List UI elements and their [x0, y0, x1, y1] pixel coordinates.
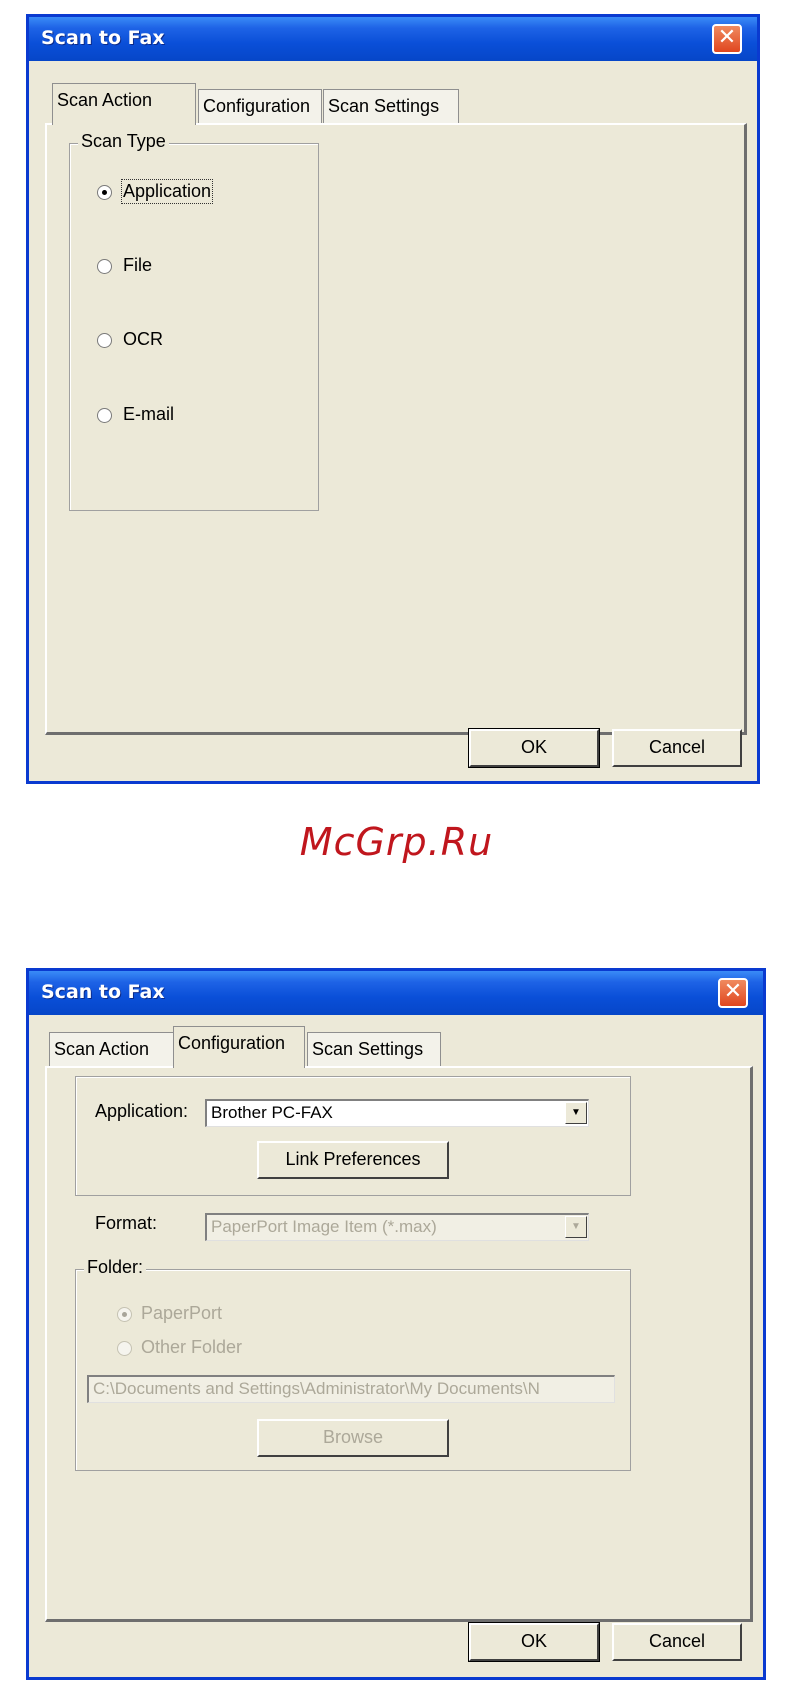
format-value: PaperPort Image Item (*.max) [211, 1217, 437, 1236]
close-icon[interactable]: ✕ [712, 24, 742, 54]
tab-label: Scan Settings [328, 96, 440, 116]
cancel-button[interactable]: Cancel [612, 729, 742, 767]
radio-other-folder-label[interactable]: Other Folder [141, 1337, 242, 1358]
format-label: Format: [95, 1213, 158, 1233]
chevron-down-icon[interactable]: ▼ [565, 1102, 587, 1124]
radio-application-label[interactable]: Application [120, 179, 214, 204]
chevron-down-icon[interactable]: ▼ [565, 1216, 587, 1238]
scan-to-fax-dialog-configuration: Scan to Fax ✕ Scan Action Configuration … [26, 968, 766, 1680]
watermark: McGrp.Ru [299, 820, 494, 864]
application-label: Application: [95, 1101, 189, 1121]
radio-email[interactable] [97, 408, 112, 423]
radio-ocr-label[interactable]: OCR [123, 329, 163, 350]
dialog-title: Scan to Fax [41, 981, 165, 1003]
radio-paperport[interactable] [117, 1307, 132, 1322]
tab-configuration[interactable]: Configuration [198, 89, 322, 123]
tab-label: Configuration [178, 1033, 286, 1053]
folder-group-label: Folder: [84, 1257, 147, 1278]
scan-to-fax-dialog-scan-action: Scan to Fax ✕ Scan Action Configuration … [26, 14, 760, 784]
cancel-button[interactable]: Cancel [612, 1623, 742, 1661]
browse-button[interactable]: Browse [257, 1419, 449, 1457]
title-bar[interactable]: Scan to Fax ✕ [29, 971, 763, 1015]
tab-label: Scan Action [54, 1039, 150, 1059]
ok-button[interactable]: OK [468, 1622, 600, 1662]
tab-label: Scan Action [57, 90, 153, 110]
tab-configuration[interactable]: Configuration [173, 1026, 305, 1068]
radio-email-label[interactable]: E-mail [123, 404, 174, 425]
folder-path-field[interactable]: C:\Documents and Settings\Administrator\… [87, 1375, 615, 1403]
application-value: Brother PC-FAX [211, 1103, 333, 1122]
folder-path-value: C:\Documents and Settings\Administrator\… [93, 1379, 540, 1398]
tab-label: Configuration [203, 96, 311, 116]
link-preferences-button[interactable]: Link Preferences [257, 1141, 449, 1179]
radio-file[interactable] [97, 259, 112, 274]
tab-scan-settings[interactable]: Scan Settings [307, 1032, 441, 1066]
radio-other-folder[interactable] [117, 1341, 132, 1356]
close-icon[interactable]: ✕ [718, 978, 748, 1008]
radio-paperport-label[interactable]: PaperPort [141, 1303, 222, 1324]
radio-ocr[interactable] [97, 333, 112, 348]
dialog-title: Scan to Fax [41, 27, 165, 49]
radio-application[interactable] [97, 185, 112, 200]
tab-scan-settings[interactable]: Scan Settings [323, 89, 459, 123]
application-dropdown[interactable]: Brother PC-FAX ▼ [205, 1099, 589, 1127]
title-bar[interactable]: Scan to Fax ✕ [29, 17, 757, 61]
tab-label: Scan Settings [312, 1039, 424, 1059]
radio-file-label[interactable]: File [123, 255, 152, 276]
format-dropdown[interactable]: PaperPort Image Item (*.max) ▼ [205, 1213, 589, 1241]
scan-type-group-label: Scan Type [78, 131, 169, 152]
ok-button[interactable]: OK [468, 728, 600, 768]
tab-scan-action[interactable]: Scan Action [52, 83, 196, 125]
